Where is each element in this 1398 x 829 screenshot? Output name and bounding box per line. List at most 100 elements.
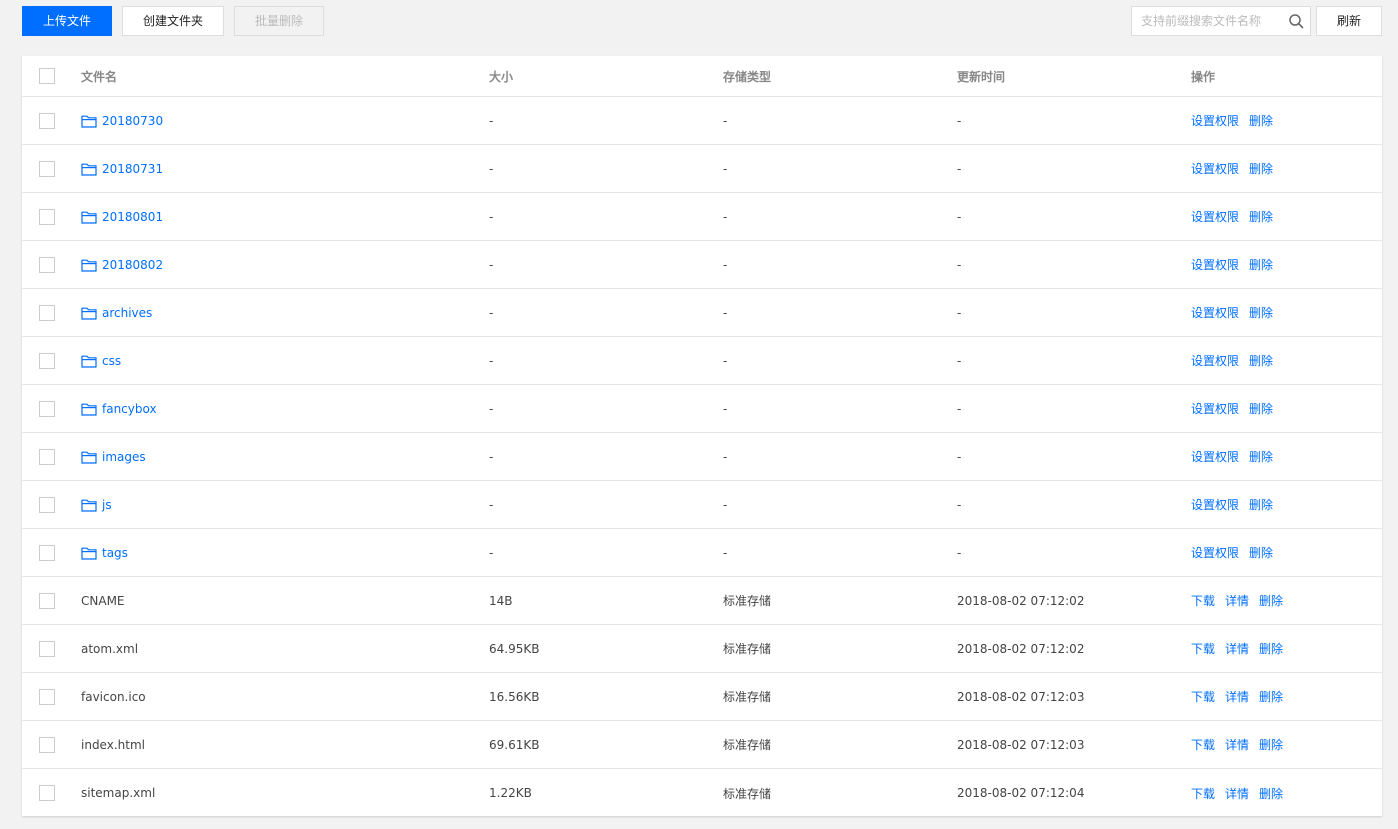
- row-checkbox[interactable]: [39, 256, 55, 273]
- folder-link[interactable]: css: [81, 354, 121, 368]
- delete-link[interactable]: 删除: [1249, 496, 1273, 513]
- row-checkbox[interactable]: [39, 785, 55, 801]
- delete-link[interactable]: 删除: [1249, 304, 1273, 321]
- row-checkbox[interactable]: [39, 544, 55, 561]
- delete-link[interactable]: 删除: [1249, 400, 1273, 417]
- folder-link[interactable]: archives: [81, 306, 152, 320]
- select-all-checkbox[interactable]: [39, 68, 55, 84]
- delete-link[interactable]: 删除: [1259, 640, 1283, 657]
- row-checkbox[interactable]: [39, 448, 55, 465]
- updated-cell: 2018-08-02 07:12:02: [957, 593, 1085, 608]
- row-checkbox[interactable]: [39, 160, 55, 177]
- size-cell: -: [489, 305, 494, 320]
- delete-link[interactable]: 删除: [1249, 112, 1273, 129]
- column-header-size: 大小: [489, 69, 514, 84]
- updated-cell: -: [957, 209, 962, 224]
- delete-link[interactable]: 删除: [1249, 160, 1273, 177]
- storage-cell: 标准存储: [723, 786, 772, 801]
- storage-cell: -: [723, 353, 728, 368]
- search-box: [1131, 6, 1311, 36]
- updated-cell: -: [957, 353, 962, 368]
- table-row: js - - - 设置权限 删除: [22, 481, 1382, 529]
- delete-link[interactable]: 删除: [1249, 352, 1273, 369]
- details-link[interactable]: 详情: [1225, 688, 1249, 705]
- details-link[interactable]: 详情: [1225, 785, 1249, 802]
- name-cell: fancybox: [81, 385, 157, 432]
- select-all-cell: [39, 56, 55, 96]
- folder-link[interactable]: js: [81, 498, 112, 512]
- updated-cell: -: [957, 401, 962, 416]
- folder-icon: [81, 355, 97, 368]
- name-cell: tags: [81, 529, 128, 576]
- set-permission-link[interactable]: 设置权限: [1191, 544, 1239, 561]
- search-icon[interactable]: [1288, 13, 1304, 29]
- actions-cell: 设置权限 删除: [1191, 289, 1283, 336]
- column-header-actions: 操作: [1191, 69, 1216, 84]
- updated-cell: -: [957, 545, 962, 560]
- row-checkbox[interactable]: [39, 400, 55, 417]
- download-link[interactable]: 下载: [1191, 785, 1215, 802]
- folder-link[interactable]: images: [81, 450, 146, 464]
- set-permission-link[interactable]: 设置权限: [1191, 304, 1239, 321]
- row-checkbox[interactable]: [39, 304, 55, 321]
- set-permission-link[interactable]: 设置权限: [1191, 208, 1239, 225]
- table-row: archives - - - 设置权限 删除: [22, 289, 1382, 337]
- folder-link[interactable]: 20180730: [81, 114, 163, 128]
- row-checkbox[interactable]: [39, 496, 55, 513]
- set-permission-link[interactable]: 设置权限: [1191, 400, 1239, 417]
- download-link[interactable]: 下载: [1191, 640, 1215, 657]
- row-checkbox[interactable]: [39, 736, 55, 753]
- name-cell: images: [81, 433, 146, 480]
- storage-cell: -: [723, 497, 728, 512]
- row-checkbox-cell: [39, 385, 55, 432]
- actions-cell: 设置权限 删除: [1191, 529, 1283, 576]
- size-cell: -: [489, 113, 494, 128]
- row-checkbox[interactable]: [39, 592, 55, 609]
- row-checkbox[interactable]: [39, 352, 55, 369]
- folder-link[interactable]: 20180731: [81, 162, 163, 176]
- delete-link[interactable]: 删除: [1249, 208, 1273, 225]
- set-permission-link[interactable]: 设置权限: [1191, 160, 1239, 177]
- updated-cell: -: [957, 113, 962, 128]
- folder-link[interactable]: tags: [81, 546, 128, 560]
- details-link[interactable]: 详情: [1225, 736, 1249, 753]
- folder-link[interactable]: fancybox: [81, 402, 157, 416]
- delete-link[interactable]: 删除: [1259, 736, 1283, 753]
- name-cell: js: [81, 481, 112, 528]
- search-input[interactable]: [1132, 7, 1282, 35]
- create-folder-button[interactable]: 创建文件夹: [122, 6, 224, 36]
- refresh-button[interactable]: 刷新: [1316, 6, 1382, 36]
- column-header-name: 文件名: [81, 69, 118, 84]
- set-permission-link[interactable]: 设置权限: [1191, 112, 1239, 129]
- set-permission-link[interactable]: 设置权限: [1191, 352, 1239, 369]
- size-cell: -: [489, 545, 494, 560]
- row-checkbox[interactable]: [39, 112, 55, 129]
- delete-link[interactable]: 删除: [1259, 785, 1283, 802]
- folder-link[interactable]: 20180802: [81, 258, 163, 272]
- batch-delete-button[interactable]: 批量删除: [234, 6, 324, 36]
- folder-icon: [81, 307, 97, 320]
- size-cell: -: [489, 497, 494, 512]
- delete-link[interactable]: 删除: [1259, 688, 1283, 705]
- table-row: css - - - 设置权限 删除: [22, 337, 1382, 385]
- row-checkbox[interactable]: [39, 688, 55, 705]
- download-link[interactable]: 下载: [1191, 592, 1215, 609]
- delete-link[interactable]: 删除: [1249, 544, 1273, 561]
- folder-link[interactable]: 20180801: [81, 210, 163, 224]
- delete-link[interactable]: 删除: [1259, 592, 1283, 609]
- storage-cell: -: [723, 161, 728, 176]
- set-permission-link[interactable]: 设置权限: [1191, 256, 1239, 273]
- set-permission-link[interactable]: 设置权限: [1191, 496, 1239, 513]
- delete-link[interactable]: 删除: [1249, 256, 1273, 273]
- download-link[interactable]: 下载: [1191, 736, 1215, 753]
- row-checkbox[interactable]: [39, 208, 55, 225]
- details-link[interactable]: 详情: [1225, 640, 1249, 657]
- row-checkbox[interactable]: [39, 640, 55, 657]
- delete-link[interactable]: 删除: [1249, 448, 1273, 465]
- set-permission-link[interactable]: 设置权限: [1191, 448, 1239, 465]
- updated-cell: -: [957, 497, 962, 512]
- details-link[interactable]: 详情: [1225, 592, 1249, 609]
- name-cell: favicon.ico: [81, 673, 146, 720]
- download-link[interactable]: 下载: [1191, 688, 1215, 705]
- upload-file-button[interactable]: 上传文件: [22, 6, 112, 36]
